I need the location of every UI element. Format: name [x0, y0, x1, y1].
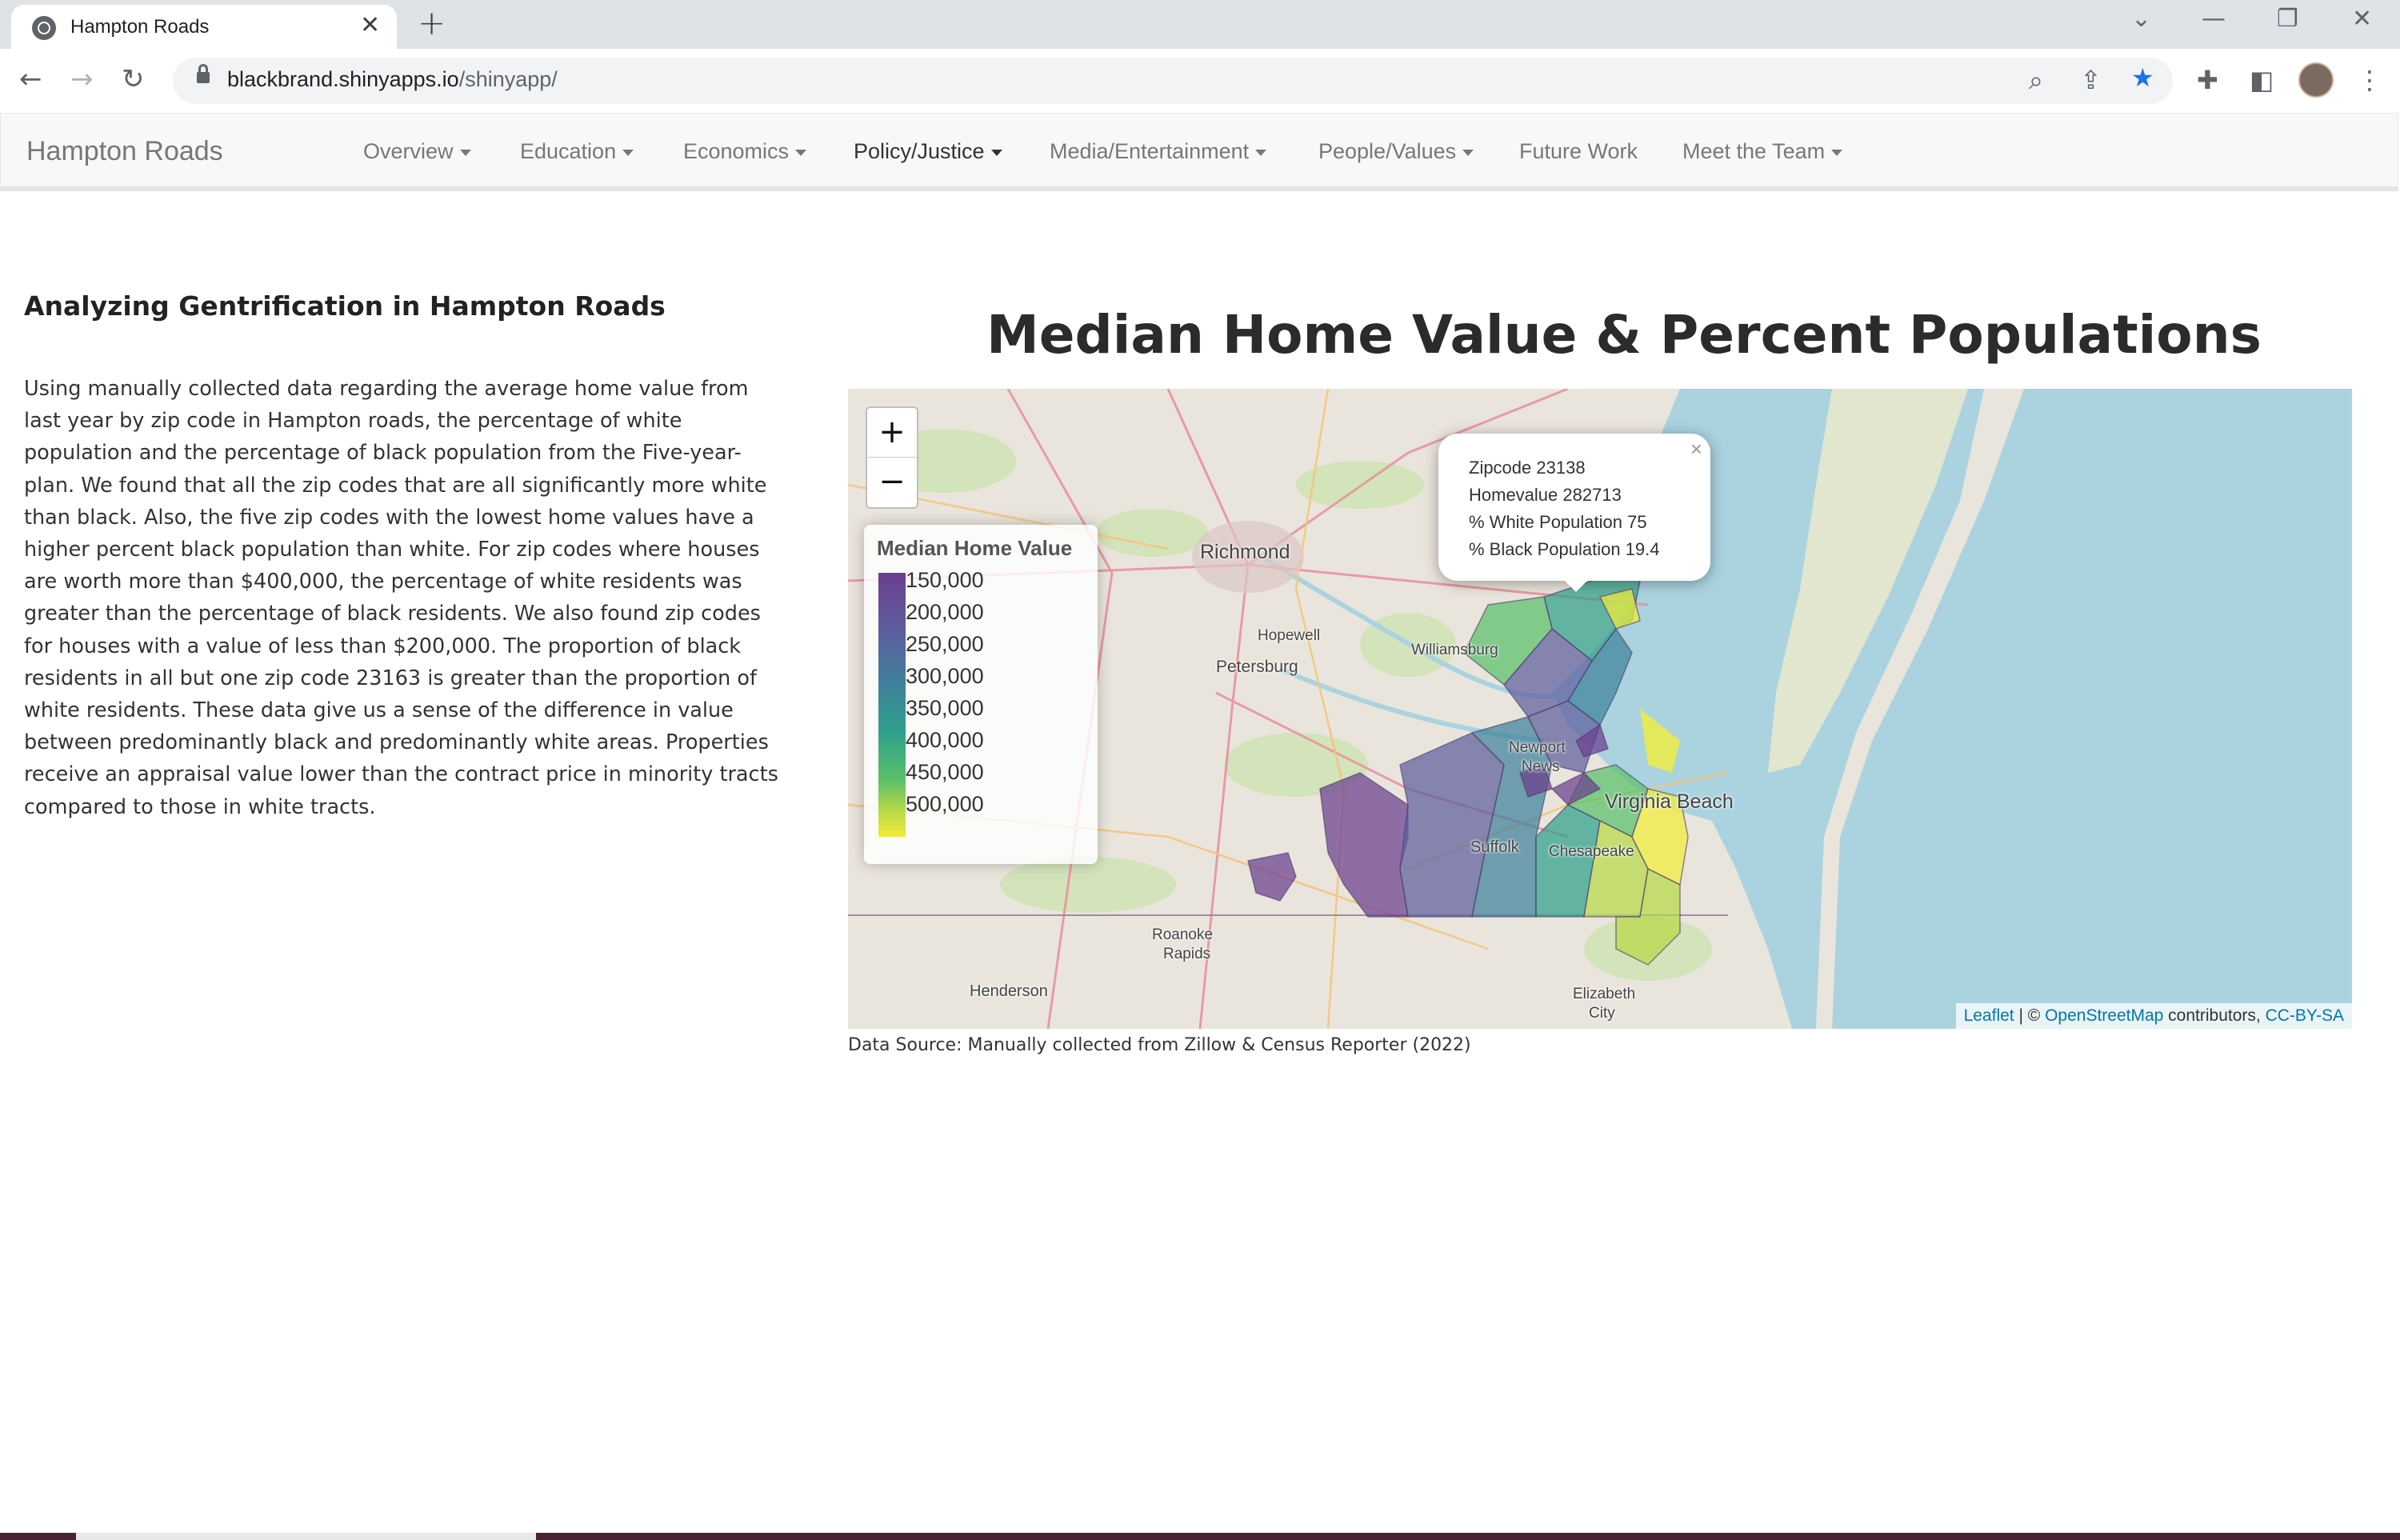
caret-down-icon: [622, 149, 634, 156]
zoom-out-button[interactable]: −: [867, 458, 917, 506]
place-richmond: Richmond: [1200, 541, 1290, 563]
legend-color-scale: [878, 573, 906, 837]
extensions-icon[interactable]: ✚: [2197, 65, 2218, 95]
legend-tick: 300,000: [906, 664, 984, 688]
place-rapids: Rapids: [1163, 946, 1211, 962]
search-icon[interactable]: ⌕: [2029, 65, 2043, 96]
map-legend: Median Home Value 150,000 200,000 250,00…: [864, 525, 1098, 864]
lock-icon[interactable]: [197, 64, 210, 83]
section-heading: Analyzing Gentrification in Hampton Road…: [24, 290, 666, 322]
analysis-paragraph: Using manually collected data regarding …: [24, 377, 778, 819]
tab-close-icon[interactable]: ✕: [360, 11, 380, 39]
place-suffolk: Suffolk: [1470, 838, 1519, 856]
osm-link[interactable]: OpenStreetMap: [2045, 1006, 2163, 1025]
nav-people-values[interactable]: People/Values: [1318, 139, 1474, 164]
minimize-icon[interactable]: —: [2202, 5, 2226, 33]
back-icon[interactable]: ←: [19, 63, 42, 95]
caret-down-icon: [459, 149, 471, 156]
zoom-in-button[interactable]: +: [867, 408, 917, 458]
nav-meet-the-team[interactable]: Meet the Team: [1682, 139, 1843, 164]
legend-tick: 500,000: [906, 792, 984, 816]
caret-down-icon: [1462, 149, 1474, 156]
place-hopewell: Hopewell: [1258, 627, 1321, 644]
menu-kebab-icon[interactable]: ⋮: [2357, 65, 2382, 95]
popup-close-icon[interactable]: ×: [1690, 437, 1702, 462]
legend-tick: 150,000: [906, 568, 984, 592]
browser-tab[interactable]: Hampton Roads ✕: [11, 5, 397, 49]
reload-icon[interactable]: ↻: [122, 63, 145, 95]
popup-black-pct: % Black Population 19.4: [1469, 539, 1660, 559]
nav-overview[interactable]: Overview: [363, 139, 471, 164]
profile-avatar[interactable]: [2298, 62, 2334, 98]
map-title: Median Home Value & Percent Populations: [986, 304, 2262, 366]
leaflet-link[interactable]: Leaflet: [1964, 1006, 2014, 1025]
new-tab-button[interactable]: +: [418, 3, 446, 42]
nav-education[interactable]: Education: [520, 139, 634, 164]
popup-white-pct: % White Population 75: [1469, 512, 1647, 532]
legend-tick: 450,000: [906, 760, 984, 784]
side-panel-icon[interactable]: ◧: [2250, 65, 2274, 95]
zip-popup: × Zipcode 23138 Homevalue 282713 % White…: [1438, 434, 1710, 592]
address-bar[interactable]: blackbrand.shinyapps.io/shinyapp/ ⌕ ⇪ ★: [173, 58, 2173, 104]
taskbar-strip: [0, 1533, 2400, 1540]
navbar-brand[interactable]: Hampton Roads: [26, 136, 223, 167]
leaflet-map[interactable]: Richmond Hopewell Petersburg Williamsbur…: [848, 389, 2352, 1029]
data-source-caption: Data Source: Manually collected from Zil…: [848, 1035, 1471, 1055]
window-close-icon[interactable]: ✕: [2352, 5, 2372, 33]
popup-homevalue: Homevalue 282713: [1469, 485, 1622, 505]
caret-down-icon: [1255, 149, 1267, 156]
place-williamsburg: Williamsburg: [1411, 642, 1498, 658]
legend-tick: 200,000: [906, 600, 984, 624]
legend-tick: 350,000: [906, 696, 984, 720]
url-text[interactable]: blackbrand.shinyapps.io/shinyapp/: [227, 67, 558, 92]
tab-search-icon[interactable]: ⌄: [2131, 5, 2151, 33]
place-city: City: [1589, 1005, 1615, 1022]
legend-title: Median Home Value: [877, 536, 1073, 560]
place-news: News: [1522, 758, 1560, 775]
place-elizabeth: Elizabeth: [1573, 986, 1636, 1002]
nav-policy-justice[interactable]: Policy/Justice: [854, 139, 1002, 164]
popup-zipcode: Zipcode 23138: [1469, 458, 1586, 478]
place-virginia-beach: Virginia Beach: [1605, 790, 1734, 813]
place-roanoke: Roanoke: [1152, 926, 1214, 943]
place-chesapeake: Chesapeake: [1549, 843, 1634, 860]
browser-toolbar: ← → ↻ blackbrand.shinyapps.io/shinyapp/ …: [0, 49, 2400, 113]
share-icon[interactable]: ⇪: [2080, 65, 2102, 95]
app-navbar: Hampton Roads Overview Education Economi…: [0, 113, 2398, 191]
popup-tip: [1558, 574, 1594, 592]
restore-icon[interactable]: ❐: [2277, 5, 2298, 33]
map-attribution: Leaflet | © OpenStreetMap contributors, …: [1955, 1003, 2352, 1029]
nav-future-work[interactable]: Future Work: [1519, 139, 1638, 164]
place-newport: Newport: [1509, 739, 1566, 756]
nav-media-entertainment[interactable]: Media/Entertainment: [1050, 139, 1267, 164]
caret-down-icon: [795, 149, 807, 156]
legend-tick: 250,000: [906, 632, 984, 656]
caret-down-icon: [990, 149, 1002, 156]
nav-economics[interactable]: Economics: [683, 139, 807, 164]
legend-tick: 400,000: [906, 728, 984, 752]
license-link[interactable]: CC-BY-SA: [2266, 1006, 2344, 1025]
forward-icon[interactable]: →: [70, 63, 94, 95]
zoom-control: + −: [866, 406, 918, 509]
tab-title: Hampton Roads: [70, 16, 210, 38]
bookmark-star-icon[interactable]: ★: [2131, 62, 2154, 93]
place-petersburg: Petersburg: [1216, 658, 1298, 676]
caret-down-icon: [1831, 149, 1843, 156]
place-henderson: Henderson: [970, 982, 1048, 1000]
browser-tabstrip: Hampton Roads ✕ + ⌄ — ❐ ✕: [0, 0, 2400, 49]
globe-icon: [32, 16, 56, 40]
